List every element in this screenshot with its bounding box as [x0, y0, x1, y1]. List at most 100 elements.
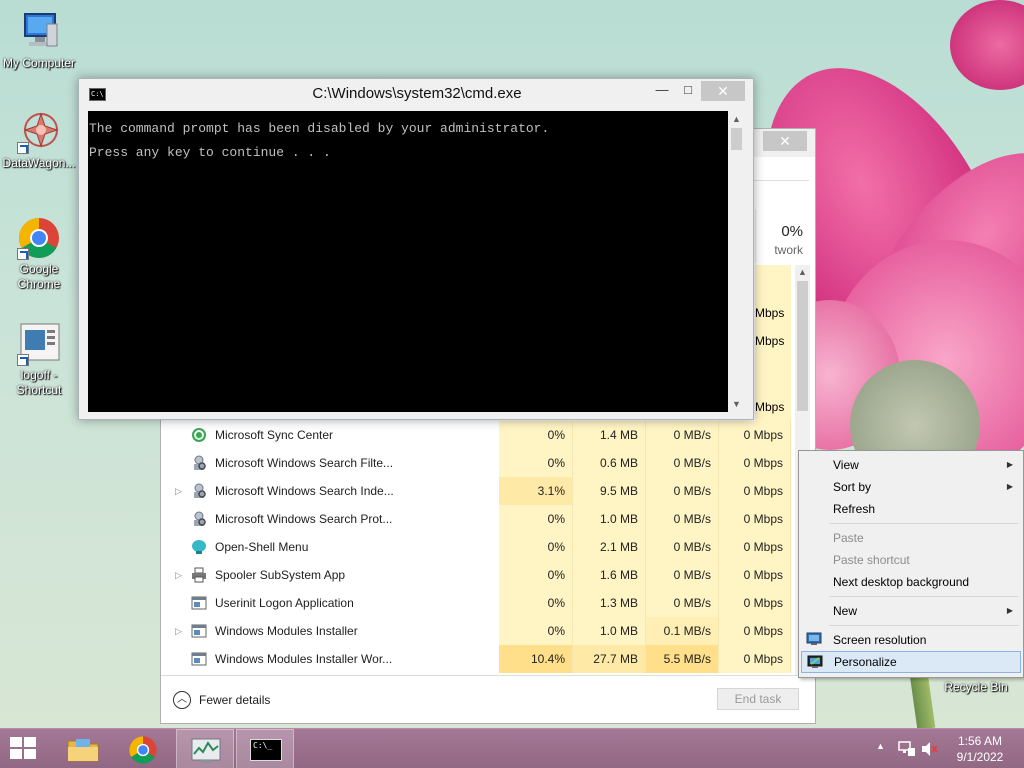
personalize-icon — [807, 655, 823, 668]
network-cell: Mbps — [755, 306, 785, 320]
expand-icon[interactable]: ▷ — [175, 477, 185, 505]
disk-cell: 0 MB/s — [646, 505, 719, 533]
desktop-icon-logoff-shortcut[interactable]: logoff - Shortcut — [0, 322, 78, 398]
process-name: Windows Modules Installer Wor... — [215, 652, 393, 666]
expand-icon[interactable]: ▷ — [175, 617, 185, 645]
taskbar-clock[interactable]: 1:56 AM 9/1/2022 — [944, 733, 1016, 765]
logoff-icon — [17, 322, 61, 366]
scroll-down-icon[interactable]: ▼ — [728, 396, 745, 412]
console-scrollbar[interactable]: ▲ ▼ — [728, 111, 745, 412]
cpu-cell: 0% — [499, 589, 573, 617]
cpu-cell: 0% — [499, 561, 573, 589]
memory-cell: 27.7 MB — [573, 645, 646, 673]
menu-item-label: Paste — [833, 531, 864, 545]
shortcut-arrow-icon — [17, 248, 29, 260]
application-window-icon — [191, 596, 207, 610]
scroll-thumb[interactable] — [797, 281, 808, 411]
desktop-icon-label: My Computer — [2, 56, 76, 70]
close-button[interactable]: ✕ — [701, 81, 745, 101]
fewer-details-label: Fewer details — [199, 693, 271, 707]
cmd-window[interactable]: C:\Windows\system32\cmd.exe C:\ — □ ✕ Th… — [78, 78, 754, 420]
end-task-button[interactable]: End task — [717, 688, 799, 710]
expand-icon[interactable]: ▷ — [175, 561, 185, 589]
desktop-icon-my-computer[interactable]: My Computer — [0, 10, 78, 71]
process-row[interactable]: ▷ Microsoft Windows Search Inde... 3.1% … — [165, 477, 791, 505]
menu-item-next-desktop-background[interactable]: Next desktop background — [801, 571, 1021, 593]
taskbar: C:\_ ▲ 1:56 AM 9/1/2022 — [0, 728, 1024, 768]
menu-item-screen-resolution[interactable]: Screen resolution — [801, 629, 1021, 651]
shortcut-arrow-icon — [17, 142, 29, 154]
submenu-arrow-icon: ▶ — [1006, 482, 1013, 491]
fewer-details-button[interactable]: ︿ Fewer details — [173, 690, 270, 710]
menu-item-sort-by[interactable]: Sort by ▶ — [801, 476, 1021, 498]
cmd-icon: C:\_ — [250, 739, 282, 761]
cpu-cell: 0% — [499, 421, 573, 449]
menu-item-new[interactable]: New ▶ — [801, 600, 1021, 622]
desktop-icon-recycle-bin-label[interactable]: Recycle Bin — [938, 680, 1014, 694]
scroll-thumb[interactable] — [731, 128, 742, 150]
cpu-cell: 0% — [499, 505, 573, 533]
windows-logo-icon — [10, 737, 38, 761]
start-button[interactable] — [0, 729, 58, 768]
show-hidden-icons-button[interactable]: ▲ — [874, 729, 888, 768]
network-tray-button[interactable] — [896, 729, 918, 768]
disk-cell: 0 MB/s — [646, 533, 719, 561]
process-row[interactable]: Open-Shell Menu 0% 2.1 MB 0 MB/s 0 Mbps — [165, 533, 791, 561]
minimize-button[interactable]: — — [649, 81, 675, 101]
process-row[interactable]: Userinit Logon Application 0% 1.3 MB 0 M… — [165, 589, 791, 617]
volume-tray-button[interactable] — [918, 729, 940, 768]
menu-item-label: View — [833, 458, 859, 472]
network-cell: 0 Mbps — [719, 505, 791, 533]
scroll-up-icon[interactable]: ▲ — [728, 111, 745, 127]
desktop-icon-label: Google Chrome — [17, 262, 61, 291]
disk-cell: 0 MB/s — [646, 589, 719, 617]
menu-item-refresh[interactable]: Refresh — [801, 498, 1021, 520]
console-line: Press any key to continue . . . — [89, 145, 331, 160]
clock-time: 1:56 AM — [957, 734, 1003, 748]
network-label: twork — [774, 243, 803, 257]
volume-muted-icon — [922, 742, 938, 756]
scroll-up-icon[interactable]: ▲ — [795, 265, 810, 280]
memory-cell: 9.5 MB — [573, 477, 646, 505]
taskbar-cmd[interactable]: C:\_ — [236, 729, 294, 768]
cmd-titlebar[interactable]: C:\Windows\system32\cmd.exe C:\ — □ ✕ — [79, 79, 753, 109]
maximize-button[interactable]: □ — [675, 81, 701, 101]
process-list[interactable]: Microsoft Sync Center 0% 1.4 MB 0 MB/s 0… — [165, 421, 791, 673]
desktop-icon-datawagon[interactable]: DataWagon... — [0, 110, 78, 171]
menu-item-view[interactable]: View ▶ — [801, 454, 1021, 476]
process-row[interactable]: Microsoft Windows Search Prot... 0% 1.0 … — [165, 505, 791, 533]
process-name: Open-Shell Menu — [215, 540, 309, 554]
menu-separator — [829, 625, 1019, 626]
console-output[interactable]: The command prompt has been disabled by … — [88, 111, 728, 412]
taskbar-task-manager[interactable] — [176, 729, 234, 768]
desktop-icon-google-chrome[interactable]: Google Chrome — [0, 216, 78, 292]
network-column-header[interactable]: 0% twork — [755, 209, 809, 263]
cmd-icon[interactable]: C:\ — [89, 88, 106, 101]
menu-item-personalize[interactable]: Personalize — [801, 651, 1021, 673]
menu-item-label: Next desktop background — [833, 575, 970, 589]
desktop-context-menu[interactable]: View ▶ Sort by ▶ Refresh Paste Paste sho… — [798, 450, 1024, 678]
taskbar-file-explorer[interactable] — [54, 729, 112, 768]
process-row[interactable]: Windows Modules Installer Wor... 10.4% 2… — [165, 645, 791, 673]
taskbar-chrome[interactable] — [114, 729, 172, 768]
chrome-icon — [129, 736, 157, 764]
menu-item-paste-shortcut[interactable]: Paste shortcut — [801, 549, 1021, 571]
memory-cell: 2.1 MB — [573, 533, 646, 561]
menu-item-label: Screen resolution — [833, 633, 927, 647]
process-row[interactable]: Microsoft Sync Center 0% 1.4 MB 0 MB/s 0… — [165, 421, 791, 449]
process-name: Microsoft Windows Search Filte... — [215, 456, 394, 470]
disk-cell: 0 MB/s — [646, 421, 719, 449]
cpu-cell: 3.1% — [499, 477, 573, 505]
sync-center-icon — [192, 428, 206, 442]
process-row[interactable]: ▷ Spooler SubSystem App 0% 1.6 MB 0 MB/s… — [165, 561, 791, 589]
cpu-cell: 0% — [499, 449, 573, 477]
chevron-up-icon: ︿ — [173, 691, 191, 709]
process-row[interactable]: ▷ Windows Modules Installer 0% 1.0 MB 0.… — [165, 617, 791, 645]
task-manager-close-button[interactable]: ✕ — [763, 131, 807, 151]
menu-item-paste[interactable]: Paste — [801, 527, 1021, 549]
process-row[interactable]: Microsoft Windows Search Filte... 0% 0.6… — [165, 449, 791, 477]
disk-cell: 0 MB/s — [646, 449, 719, 477]
network-cell: Mbps — [755, 334, 785, 348]
disk-cell: 0 MB/s — [646, 561, 719, 589]
network-cell: 0 Mbps — [719, 533, 791, 561]
